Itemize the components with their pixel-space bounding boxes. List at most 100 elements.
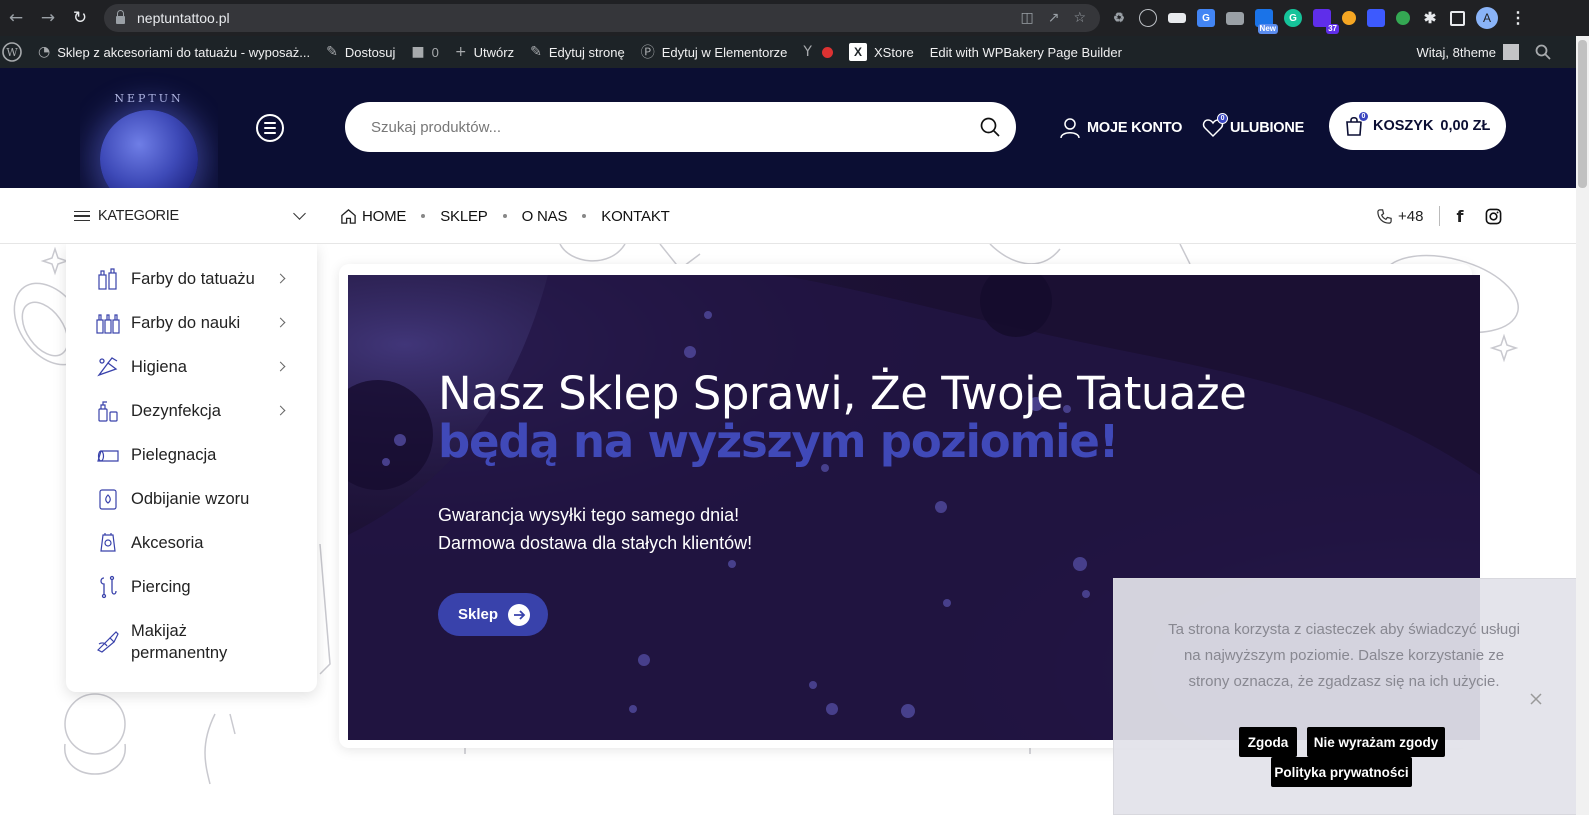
yoast-icon[interactable]: Y <box>795 36 841 68</box>
menu-item-about[interactable]: O NAS <box>522 208 568 225</box>
cookie-decline-button[interactable]: Nie wyrażam zgody <box>1307 727 1445 757</box>
admin-site-name: Sklep z akcesoriami do tatuażu - wyposaż… <box>57 44 311 60</box>
category-piercing[interactable]: Piercing <box>66 565 317 609</box>
home-icon <box>341 208 356 224</box>
cart-button[interactable]: 0 KOSZYK 0,00 ZŁ <box>1329 102 1506 150</box>
hygiene-icon <box>97 357 118 377</box>
category-label: Akcesoria <box>131 533 204 552</box>
shop-button[interactable]: Sklep <box>438 593 548 636</box>
url-text[interactable]: neptuntattoo.pl <box>137 10 230 26</box>
back-icon[interactable]: ← <box>0 0 32 36</box>
piercing-icon <box>100 575 117 599</box>
category-odbijanie-wzoru[interactable]: Odbijanie wzoru <box>66 477 317 521</box>
burger-icon <box>74 210 90 222</box>
cookie-notice: Ta strona korzysta z ciasteczek aby świa… <box>1113 578 1589 815</box>
cookie-accept-button[interactable]: Zgoda <box>1239 727 1297 757</box>
share-icon[interactable]: ↗ <box>1048 10 1060 26</box>
video-extension-icon[interactable] <box>1367 9 1385 27</box>
admin-customize-link[interactable]: ✎ Dostosuj <box>318 36 403 68</box>
globe-extension-icon[interactable] <box>1139 9 1157 27</box>
news-extension-icon[interactable]: New <box>1255 9 1278 34</box>
chevron-down-icon <box>293 207 306 220</box>
puzzle-extensions-icon[interactable]: ✱ <box>1421 9 1439 27</box>
hero-text-line: Darmowa dostawa dla stałych klientów! <box>438 533 753 553</box>
category-farby-do-nauki[interactable]: Farby do nauki <box>66 301 317 345</box>
new-badge: New <box>1257 24 1278 34</box>
dot-extension-icon[interactable] <box>1396 11 1410 25</box>
accessories-icon <box>100 533 116 552</box>
phone-number[interactable]: +48 <box>1398 208 1423 225</box>
half-moon-extension-icon[interactable] <box>1342 11 1356 25</box>
menu-item-home[interactable]: HOME <box>362 208 406 225</box>
admin-xstore-link[interactable]: X XStore <box>841 36 922 68</box>
menu-item-shop[interactable]: SKLEP <box>440 208 488 225</box>
category-dezynfekcja[interactable]: Dezynfekcja <box>66 389 317 433</box>
stencil-icon <box>99 489 117 510</box>
search-input[interactable] <box>371 118 931 136</box>
brush-icon: ✎ <box>326 44 338 60</box>
side-panel-icon[interactable] <box>1450 10 1465 26</box>
menu-separator <box>421 214 426 218</box>
privacy-policy-button[interactable]: Polityka prywatności <box>1271 757 1412 787</box>
page-scrollbar[interactable] <box>1576 36 1589 815</box>
category-label: Piercing <box>131 577 191 596</box>
admin-account-link[interactable]: Witaj, 8theme <box>1409 36 1527 68</box>
arrow-right-icon <box>508 604 530 626</box>
wordpress-logo-icon[interactable]: W <box>0 36 30 68</box>
translate-icon[interactable]: ◫ <box>1020 10 1033 26</box>
wishlist-label: ULUBIONE <box>1230 120 1305 136</box>
instagram-icon[interactable] <box>1485 208 1502 225</box>
facebook-icon[interactable]: f <box>1456 207 1463 226</box>
cart-label: KOSZYK <box>1373 118 1434 134</box>
wishlist-link[interactable]: 0 ULUBIONE <box>1202 113 1305 142</box>
category-farby-do-tatuazu[interactable]: Farby do tatuażu <box>66 257 317 301</box>
camera-extension-icon[interactable] <box>1226 11 1244 25</box>
elementor-icon: Ⓟ <box>640 45 655 61</box>
google-translate-extension-icon[interactable]: G <box>1197 9 1215 27</box>
category-higiena[interactable]: Higiena <box>66 345 317 389</box>
admin-site-link[interactable]: ◔ Sklep z akcesoriami do tatuażu - wyposa… <box>30 36 318 68</box>
admin-comments-link[interactable]: ■ 0 <box>403 36 446 68</box>
comment-icon: ■ <box>411 44 425 60</box>
reload-icon[interactable]: ↻ <box>64 0 96 36</box>
cart-total: 0,00 ZŁ <box>1440 118 1491 134</box>
hat-extension-icon[interactable]: 37 <box>1313 9 1339 34</box>
forward-icon[interactable]: → <box>32 0 64 36</box>
scrollbar-thumb[interactable] <box>1578 40 1587 188</box>
profile-avatar[interactable]: A <box>1476 7 1498 29</box>
category-pielegnacja[interactable]: Pielegnacja <box>66 433 317 477</box>
admin-wpbakery-link[interactable]: Edit with WPBakery Page Builder <box>922 36 1130 68</box>
categories-toggle[interactable]: KATEGORIE <box>74 188 310 244</box>
wishlist-icon-wrap: 0 <box>1202 113 1228 139</box>
count-badge: 37 <box>1326 24 1339 34</box>
close-icon[interactable] <box>1529 692 1543 706</box>
menu-separator <box>502 214 507 218</box>
address-bar[interactable]: neptuntattoo.pl ◫ ↗ ☆ <box>104 4 1100 32</box>
category-label: Odbijanie wzoru <box>131 489 250 508</box>
categories-dropdown: Farby do tatuażu Farby do nauki Higiena … <box>66 244 317 692</box>
main-navbar: KATEGORIE HOME SKLEP O NAS KONTAKT +48 f <box>0 188 1589 244</box>
mobile-menu-toggle-icon[interactable] <box>256 114 284 142</box>
site-logo[interactable]: NEPTUN <box>80 68 218 188</box>
printer-extension-icon[interactable] <box>1168 13 1186 23</box>
bookmark-star-icon[interactable]: ☆ <box>1073 10 1086 26</box>
admin-new-link[interactable]: + Utwórz <box>447 36 522 68</box>
chevron-right-icon <box>275 317 286 328</box>
my-account-link[interactable]: MOJE KONTO <box>1059 114 1182 142</box>
category-makijaz-permanentny[interactable]: Makijaż permanentny <box>66 609 317 675</box>
new-label: Utwórz <box>473 44 515 60</box>
care-cream-icon <box>97 450 119 462</box>
practice-ink-icon <box>96 314 120 334</box>
menu-item-contact[interactable]: KONTAKT <box>601 208 670 225</box>
admin-edit-page-link[interactable]: ✎ Edytuj stronę <box>522 36 633 68</box>
kebab-menu-icon[interactable]: ⋮ <box>1509 9 1527 27</box>
recycle-extension-icon[interactable]: ♻ <box>1110 9 1128 27</box>
shop-button-label: Sklep <box>458 606 499 623</box>
search-icon[interactable] <box>980 117 1000 137</box>
edit-elementor-label: Edytuj w Elementorze <box>661 44 788 60</box>
cart-count-badge: 0 <box>1358 111 1369 122</box>
grammarly-extension-icon[interactable]: G <box>1284 9 1302 27</box>
admin-elementor-link[interactable]: Ⓟ Edytuj w Elementorze <box>633 36 796 68</box>
xstore-icon: X <box>848 43 867 61</box>
category-akcesoria[interactable]: Akcesoria <box>66 521 317 565</box>
